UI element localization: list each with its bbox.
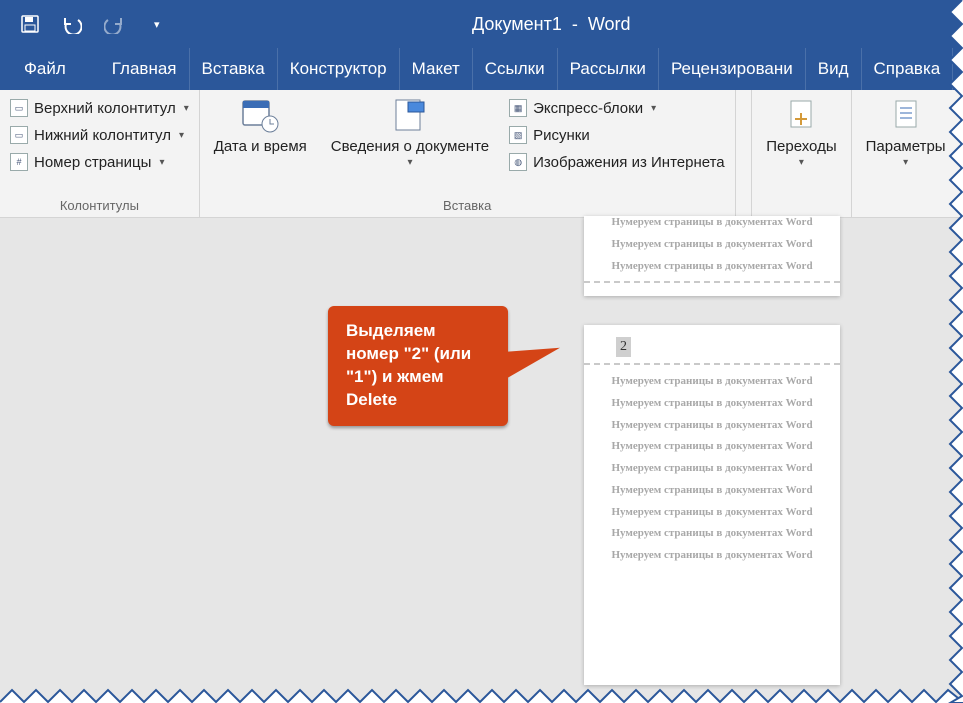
tab-review[interactable]: Рецензировани	[659, 48, 806, 90]
content-line: Нумеруем страницы в документах Word	[584, 393, 840, 415]
chevron-down-icon: ▾	[407, 157, 412, 168]
calendar-clock-icon	[240, 96, 280, 134]
tab-home[interactable]: Главная	[100, 48, 190, 90]
ribbon-group-label: Вставка	[206, 195, 729, 217]
quick-parts-icon: ▦	[509, 99, 527, 117]
ribbon-group-transitions: Переходы ▾	[752, 90, 851, 217]
torn-edge-right	[948, 0, 963, 703]
content-line: Нумеруем страницы в документах Word	[584, 415, 840, 437]
chevron-down-icon: ▾	[799, 157, 804, 168]
pictures-button[interactable]: ▧ Рисунки	[505, 123, 728, 147]
content-line: Нумеруем страницы в документах Word	[584, 502, 840, 524]
chevron-down-icon: ▾	[184, 103, 189, 114]
chevron-down-icon: ▾	[651, 103, 656, 114]
options-button[interactable]: Параметры ▾	[858, 92, 954, 168]
torn-edge-bottom	[0, 688, 963, 703]
content-line: Нумеруем страницы в документах Word	[584, 436, 840, 458]
title-bar: ▾ Документ1 - Word	[0, 0, 963, 48]
content-line: Нумеруем страницы в документах Word	[584, 458, 840, 480]
doc-name: Документ1	[472, 14, 562, 34]
save-icon[interactable]	[20, 14, 40, 34]
footer-button[interactable]: ▭ Нижний колонтитул▾	[6, 123, 193, 147]
pictures-icon: ▧	[509, 126, 527, 144]
options-icon	[886, 96, 926, 134]
document-info-icon	[390, 96, 430, 134]
tab-design[interactable]: Конструктор	[278, 48, 400, 90]
page-2: 2 Нумеруем страницы в документах Word Ну…	[584, 325, 840, 685]
ribbon-group-label: Колонтитулы	[6, 195, 193, 217]
window-title: Документ1 - Word	[160, 14, 943, 35]
app-name: Word	[588, 14, 631, 34]
quick-parts-button[interactable]: ▦ Экспресс-блоки▾	[505, 96, 728, 120]
footer-icon: ▭	[10, 126, 28, 144]
header-button[interactable]: ▭ Верхний колонтитул▾	[6, 96, 193, 120]
tab-layout[interactable]: Макет	[400, 48, 473, 90]
annotation-callout: Выделяем номер "2" (или "1") и жмем Dele…	[328, 306, 508, 426]
content-line: Нумеруем страницы в документах Word	[584, 216, 840, 234]
date-time-button[interactable]: Дата и время	[206, 92, 315, 155]
online-pictures-icon: ◍	[509, 153, 527, 171]
doc-info-button[interactable]: Сведения о документе ▾	[323, 92, 497, 168]
ribbon-group-insert: Дата и время Сведения о документе ▾ ▦ Эк…	[200, 90, 736, 217]
quick-access-toolbar: ▾	[20, 14, 160, 34]
ribbon-group-options: Параметры ▾	[852, 90, 961, 217]
ribbon: ▭ Верхний колонтитул▾ ▭ Нижний колонтиту…	[0, 90, 963, 218]
content-line: Нумеруем страницы в документах Word	[584, 371, 840, 393]
transitions-icon	[781, 96, 821, 134]
tab-help[interactable]: Справка	[862, 48, 954, 90]
content-line: Нумеруем страницы в документах Word	[584, 234, 840, 256]
content-line: Нумеруем страницы в документах Word	[584, 480, 840, 502]
chevron-down-icon: ▾	[179, 130, 184, 141]
content-line: Нумеруем страницы в документах Word	[584, 256, 840, 278]
transitions-button[interactable]: Переходы ▾	[758, 92, 844, 168]
ribbon-group-headers: ▭ Верхний колонтитул▾ ▭ Нижний колонтиту…	[0, 90, 200, 217]
tab-insert[interactable]: Вставка	[190, 48, 278, 90]
redo-icon[interactable]	[104, 14, 124, 34]
online-pictures-button[interactable]: ◍ Изображения из Интернета	[505, 150, 728, 174]
page-number-button[interactable]: # Номер страницы▾	[6, 150, 193, 174]
document-area[interactable]: Нумеруем страницы в документах Word Нуме…	[0, 218, 963, 703]
page-1: Нумеруем страницы в документах Word Нуме…	[584, 216, 840, 296]
ribbon-tabs: Файл Главная Вставка Конструктор Макет С…	[0, 48, 963, 90]
chevron-down-icon: ▾	[159, 157, 164, 168]
tab-view[interactable]: Вид	[806, 48, 862, 90]
annotation-arrow	[500, 344, 560, 382]
page-number-icon: #	[10, 153, 28, 171]
tab-mailings[interactable]: Рассылки	[558, 48, 659, 90]
header-icon: ▭	[10, 99, 28, 117]
content-line: Нумеруем страницы в документах Word	[584, 545, 840, 567]
ribbon-group-navigation	[736, 90, 753, 217]
chevron-down-icon: ▾	[903, 157, 908, 168]
content-line: Нумеруем страницы в документах Word	[584, 523, 840, 545]
undo-icon[interactable]	[62, 14, 82, 34]
page-number-field[interactable]: 2	[616, 337, 631, 357]
tab-file[interactable]: Файл	[4, 48, 86, 90]
tab-references[interactable]: Ссылки	[473, 48, 558, 90]
